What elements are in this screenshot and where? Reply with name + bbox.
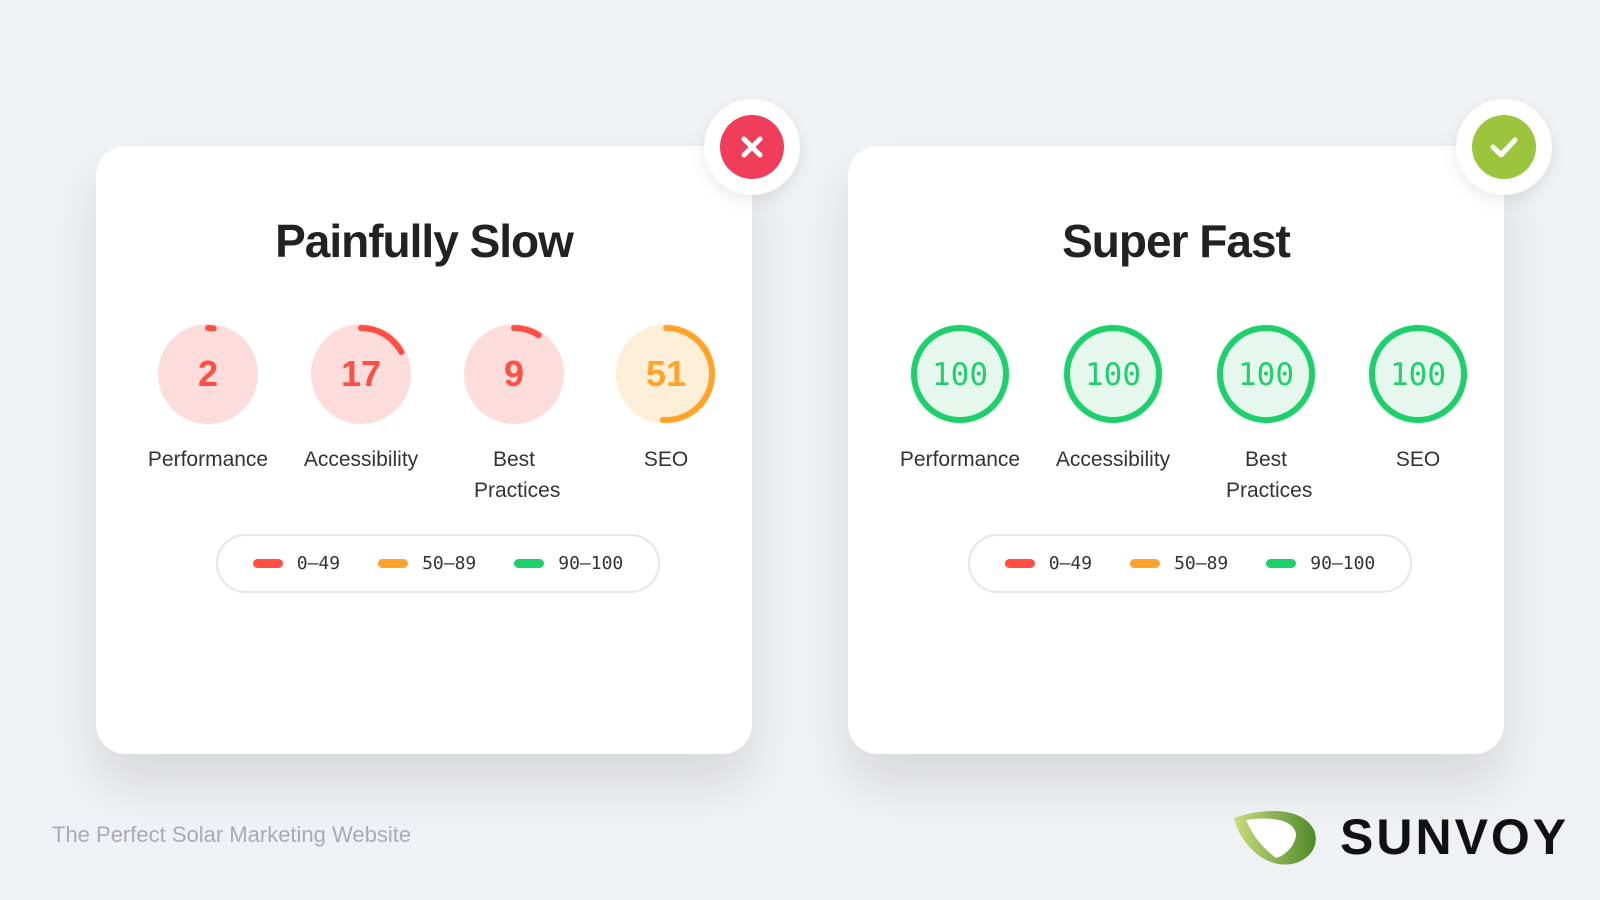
score-gauge: 100 SEO [1348, 322, 1488, 475]
legend-item: 50–89 [378, 553, 476, 574]
score-value: 100 [1390, 357, 1446, 393]
sunvoy-logo: SUNVOY [1232, 806, 1569, 868]
fail-badge [704, 99, 800, 195]
gauge-ring: 2 [158, 324, 258, 424]
tagline: The Perfect Solar Marketing Website [52, 822, 412, 847]
score-gauge: 100 Accessibility [1043, 322, 1183, 475]
gauge-label: Best Practices [1226, 448, 1313, 502]
score-legend: 0–49 50–89 90–100 [968, 534, 1412, 593]
legend-item: 50–89 [1130, 553, 1228, 574]
legend-item: 0–49 [1004, 553, 1093, 574]
card-title: Super Fast [1062, 215, 1291, 267]
card-title: Painfully Slow [275, 215, 574, 267]
score-value: 51 [646, 353, 686, 394]
score-gauge: 100 Performance [890, 322, 1030, 475]
pass-badge [1456, 99, 1552, 195]
score-value: 2 [198, 353, 218, 394]
legend-swatch [1266, 559, 1297, 568]
legend-swatch [514, 559, 545, 568]
gauge-ring: 9 [464, 324, 564, 424]
legend-label: 0–49 [296, 553, 341, 574]
legend-label: 50–89 [1174, 553, 1229, 574]
gauge-ring: 100 [910, 324, 1010, 424]
gauge-ring: 100 [1216, 324, 1316, 424]
legend-item: 90–100 [1266, 553, 1375, 574]
fast-card: Super Fast 100 Performance 100 Accessibi… [848, 99, 1552, 754]
legend-label: 90–100 [1310, 553, 1376, 574]
gauge-label: Accessibility [303, 448, 419, 471]
score-gauge: 9 Best Practices [444, 322, 584, 506]
leaf-icon [1234, 810, 1316, 865]
gauge-ring: 100 [1063, 324, 1163, 424]
score-value: 9 [504, 353, 524, 394]
score-gauge: 17 Accessibility [291, 322, 431, 475]
legend-swatch [1130, 559, 1161, 568]
legend-swatch [252, 559, 283, 568]
gauge-label: Best Practices [474, 448, 561, 502]
gauge-label: SEO [643, 448, 689, 471]
brand-name: SUNVOY [1340, 809, 1570, 865]
score-value: 100 [932, 357, 988, 393]
score-gauge: 51 SEO [596, 322, 736, 475]
gauge-label: Performance [899, 448, 1021, 471]
slow-card: Painfully Slow 2 Performance 17 Accessib… [96, 99, 800, 754]
gauge-ring: 51 [616, 324, 716, 424]
check-icon [1472, 115, 1536, 179]
legend-swatch [378, 559, 409, 568]
legend-item: 0–49 [252, 553, 341, 574]
legend-item: 90–100 [514, 553, 623, 574]
gauge-ring: 17 [311, 324, 411, 424]
score-value: 100 [1085, 357, 1141, 393]
legend-label: 50–89 [422, 553, 477, 574]
score-legend: 0–49 50–89 90–100 [216, 534, 660, 593]
score-gauge: 100 Best Practices [1196, 322, 1336, 506]
score-gauge: 2 Performance [138, 322, 278, 475]
gauge-label: Performance [147, 448, 269, 471]
score-value: 100 [1238, 357, 1294, 393]
gauge-label: Accessibility [1055, 448, 1171, 471]
gauge-ring: 100 [1368, 324, 1468, 424]
legend-swatch [1004, 559, 1035, 568]
score-value: 17 [341, 353, 381, 394]
gauge-label: SEO [1395, 448, 1441, 471]
legend-label: 0–49 [1048, 553, 1093, 574]
x-icon [720, 115, 784, 179]
legend-label: 90–100 [558, 553, 624, 574]
